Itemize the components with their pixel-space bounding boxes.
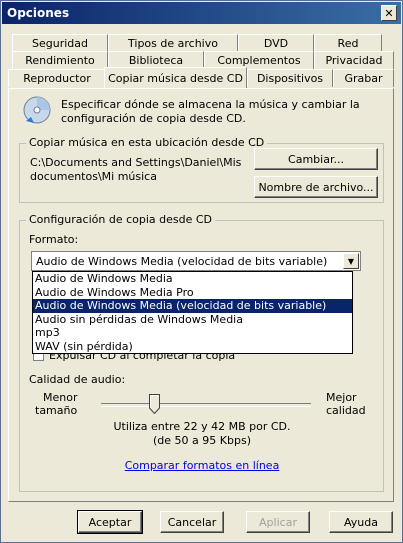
options-window: Opciones ✕ Seguridad Tipos de archivo DV… <box>0 0 403 543</box>
quality-slider-thumb[interactable] <box>149 394 160 415</box>
close-button[interactable]: ✕ <box>381 5 397 21</box>
format-combo[interactable]: Audio de Windows Media (velocidad de bit… <box>31 251 361 271</box>
filename-button[interactable]: Nombre de archivo... <box>254 176 378 198</box>
tab-seguridad[interactable]: Seguridad <box>12 34 108 52</box>
format-option[interactable]: Audio de Windows Media Pro <box>33 286 352 300</box>
header-line-1: Especificar dónde se almacena la música … <box>61 98 360 111</box>
better-label-1: Mejor <box>326 391 357 404</box>
usage-line-1: Utiliza entre 22 y 42 MB por CD. <box>113 420 291 433</box>
close-icon: ✕ <box>384 6 394 20</box>
format-option[interactable]: Audio de Windows Media <box>33 272 352 286</box>
format-dropdown-list[interactable]: Audio de Windows Media Audio de Windows … <box>32 271 353 354</box>
compare-formats-link[interactable]: Comparar formatos en línea <box>125 459 280 472</box>
smaller-label-1: Menor <box>43 391 78 404</box>
better-label-2: calidad <box>326 404 366 417</box>
chevron-down-icon: ▼ <box>347 256 355 266</box>
tab-dvd[interactable]: DVD <box>238 34 314 52</box>
tab-grabar[interactable]: Grabar <box>333 69 394 87</box>
smaller-label-2: tamaño <box>35 404 78 417</box>
tab-privacidad[interactable]: Privacidad <box>314 51 394 69</box>
tab-rendimiento[interactable]: Rendimiento <box>12 51 108 69</box>
tab-red[interactable]: Red <box>314 34 382 52</box>
format-label: Formato: <box>29 233 79 246</box>
tab-tipos-de-archivo[interactable]: Tipos de archivo <box>108 34 238 52</box>
tab-dispositivos[interactable]: Dispositivos <box>247 69 333 87</box>
change-button[interactable]: Cambiar... <box>254 148 378 170</box>
format-combo-value: Audio de Windows Media (velocidad de bit… <box>36 255 328 268</box>
format-option[interactable]: mp3 <box>33 326 352 340</box>
format-option-selected[interactable]: Audio de Windows Media (velocidad de bit… <box>33 299 352 313</box>
tab-copiar-musica[interactable]: Copiar música desde CD <box>104 67 247 88</box>
window-title: Opciones <box>7 6 70 20</box>
format-combo-arrow[interactable]: ▼ <box>343 253 359 269</box>
ok-button[interactable]: Aceptar <box>77 510 143 534</box>
help-button[interactable]: Ayuda <box>329 511 393 533</box>
header-line-2: configuración de copia desde CD. <box>61 112 246 125</box>
tab-reproductor[interactable]: Reproductor <box>8 69 106 87</box>
quality-slider-track[interactable] <box>101 403 311 407</box>
title-bar[interactable]: Opciones ✕ <box>2 2 401 24</box>
settings-group-title: Configuración de copia desde CD <box>26 213 216 226</box>
format-option[interactable]: Audio sin pérdidas de Windows Media <box>33 313 352 327</box>
usage-line-2: (de 50 a 95 Kbps) <box>153 434 251 447</box>
cancel-button[interactable]: Cancelar <box>160 511 224 533</box>
apply-button[interactable]: Aplicar <box>246 511 310 533</box>
quality-label: Calidad de audio: <box>29 373 126 386</box>
path-line-1: C:\Documents and Settings\Daniel\Mis <box>30 156 242 169</box>
location-group-title: Copiar música en esta ubicación desde CD <box>26 136 268 149</box>
cd-icon <box>23 96 51 124</box>
format-option[interactable]: WAV (sin pérdida) <box>33 340 352 354</box>
path-line-2: documentos\Mi música <box>30 170 157 183</box>
